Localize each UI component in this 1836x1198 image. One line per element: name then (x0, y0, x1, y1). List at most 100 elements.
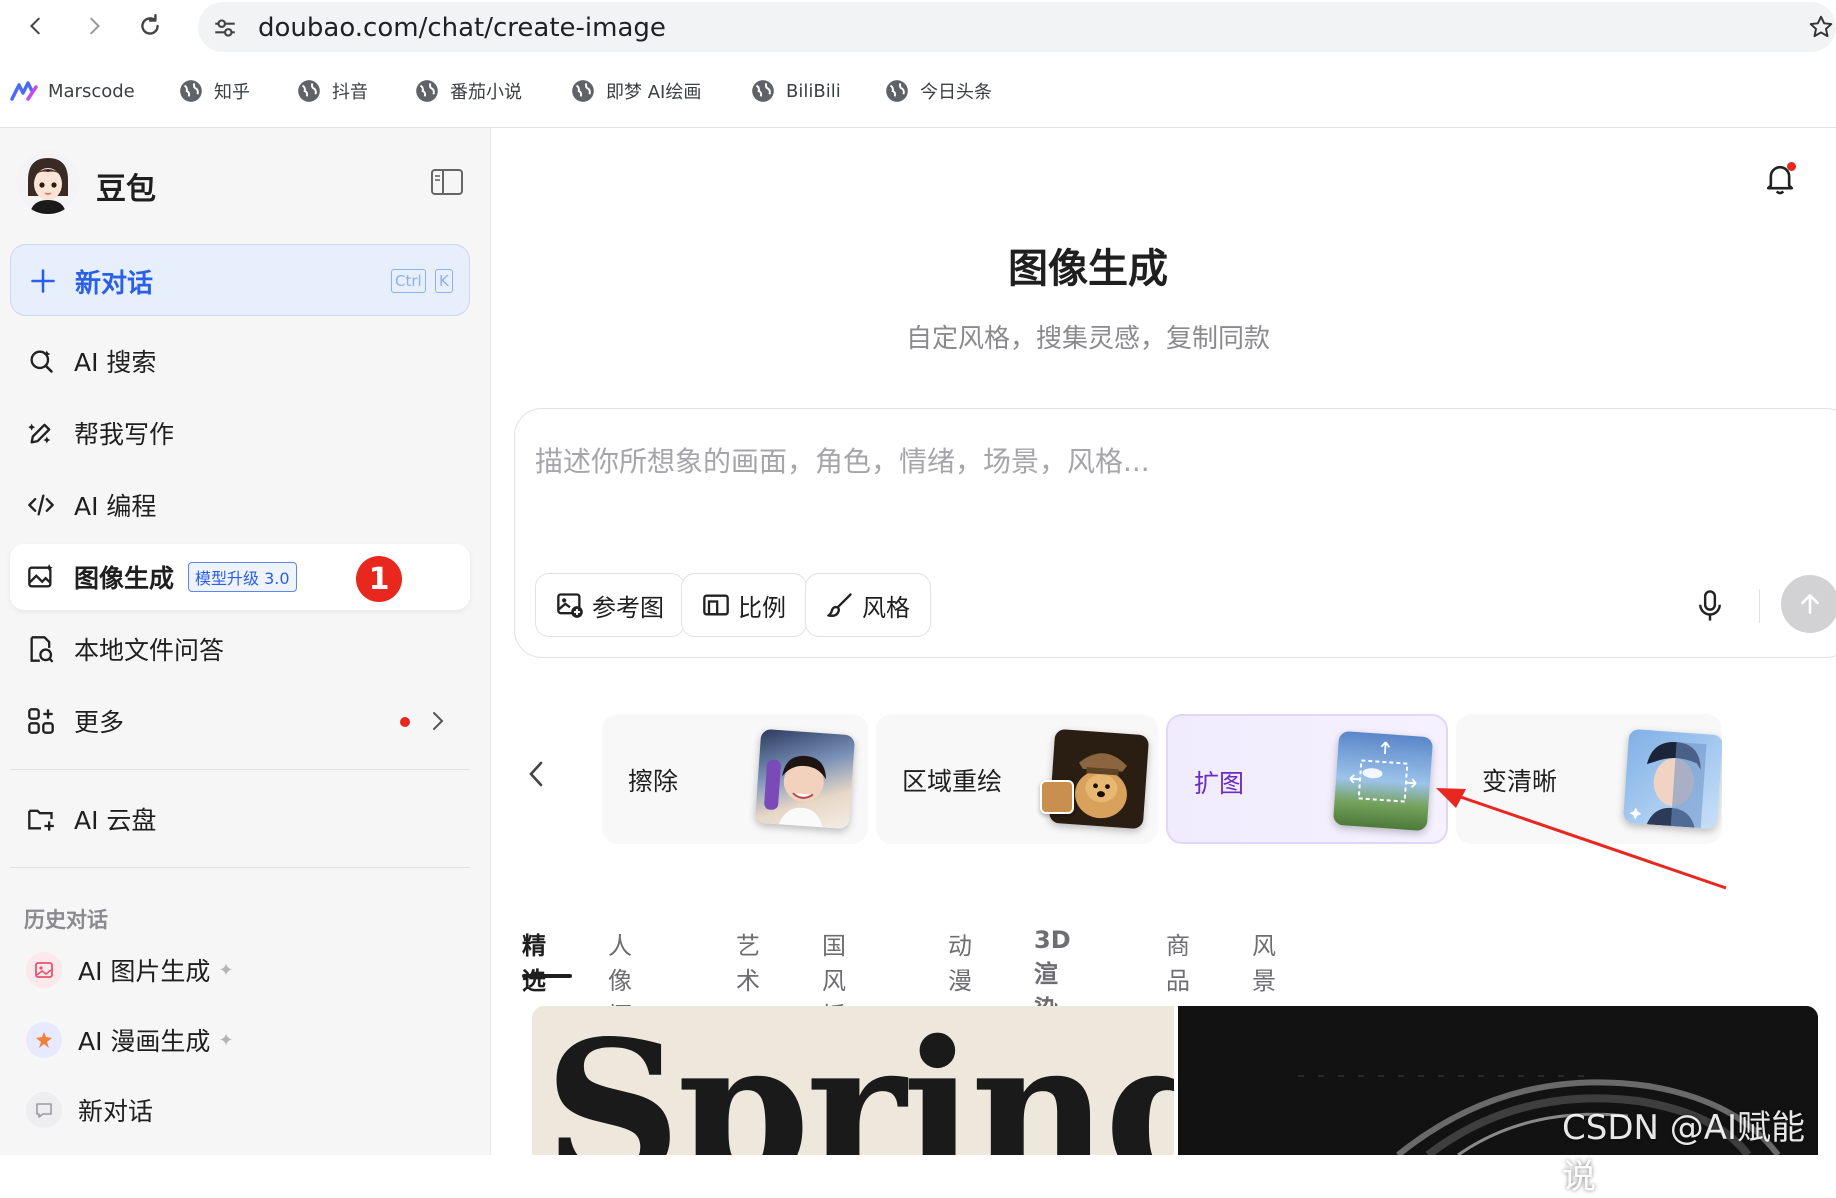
bookmark-label: 抖音 (332, 82, 368, 103)
bookmark-douyin[interactable]: 抖音 (296, 76, 368, 106)
gallery-item[interactable]: Spring (532, 1006, 1174, 1155)
bookmark-label: 番茄小说 (450, 82, 522, 103)
inpaint-small-thumbnail (1040, 780, 1074, 814)
image-chat-icon (26, 952, 62, 988)
enhance-thumbnail (1622, 728, 1722, 830)
toolbar-separator (1759, 589, 1760, 623)
tab-art[interactable]: 艺术 (736, 926, 760, 996)
history-item[interactable]: 新对话 (26, 1088, 153, 1132)
bookmark-label: 即梦 AI绘画 (606, 82, 702, 103)
ratio-button[interactable]: 比例 (681, 573, 807, 637)
tab-anime[interactable]: 动漫 (948, 926, 972, 996)
sidebar-item-label: 帮我写作 (74, 420, 175, 449)
chip-label: 参考图 (592, 593, 664, 622)
style-button[interactable]: 风格 (805, 573, 931, 637)
tool-label: 变清晰 (1482, 767, 1558, 796)
tool-card-enhance[interactable]: 变清晰 (1456, 714, 1722, 844)
history-item[interactable]: AI 漫画生成 ✦ (26, 1018, 234, 1062)
address-bar[interactable]: doubao.com/chat/create-image (198, 2, 1836, 52)
erase-thumbnail (754, 728, 856, 830)
globe-icon (180, 80, 202, 102)
chevron-right-icon (433, 712, 444, 730)
bookmark-star-icon[interactable] (1808, 14, 1834, 40)
sidebar-divider (10, 867, 470, 868)
history-item[interactable]: AI 图片生成 ✦ (26, 948, 234, 992)
arrow-up-icon (1801, 594, 1819, 614)
brush-icon (827, 593, 852, 617)
sidebar-item-coding[interactable]: AI 编程 (10, 472, 470, 538)
bookmark-bilibili[interactable]: BiliBili (750, 76, 841, 106)
globe-icon (416, 80, 438, 102)
new-chat-button[interactable]: 新对话 Ctrl K (10, 244, 470, 316)
grid-plus-icon (26, 706, 56, 736)
send-button[interactable] (1781, 575, 1836, 633)
tool-label: 扩图 (1194, 769, 1245, 798)
sidebar-divider (10, 769, 470, 770)
reference-image-button[interactable]: 参考图 (535, 573, 685, 637)
voice-input-button[interactable] (1695, 589, 1725, 627)
site-settings-icon[interactable] (212, 15, 238, 41)
tool-card-erase[interactable]: 擦除 (602, 714, 868, 844)
history-title: 历史对话 (24, 908, 108, 932)
back-button[interactable] (18, 8, 54, 44)
cloud-folder-icon (26, 804, 56, 834)
comic-chat-icon (26, 1022, 62, 1058)
bookmark-zhihu[interactable]: 知乎 (178, 76, 250, 106)
outpaint-thumbnail (1332, 730, 1434, 832)
shortcut-k: K (435, 269, 453, 293)
sidebar-item-more[interactable]: 更多 (10, 688, 470, 754)
prompt-input[interactable] (535, 431, 1635, 491)
bookmark-fanqie[interactable]: 番茄小说 (414, 76, 522, 106)
chip-label: 风格 (862, 593, 910, 622)
page-subtitle: 自定风格，搜集灵感，复制同款 (905, 324, 1270, 354)
sidebar-item-cloud-drive[interactable]: AI 云盘 (10, 786, 470, 852)
chat-bubble-icon (26, 1092, 62, 1128)
bookmark-toutiao[interactable]: 今日头条 (884, 76, 992, 106)
chip-label: 比例 (738, 593, 786, 622)
browser-toolbar: doubao.com/chat/create-image (0, 0, 1836, 52)
tab-featured[interactable]: 精选 (522, 926, 546, 996)
brand-name: 豆包 (96, 172, 156, 207)
tab-product[interactable]: 商品 (1166, 926, 1190, 996)
bookmarks-bar: Marscode 知乎 抖音 番茄小说 即梦 AI绘画 BiliBili 今日头… (0, 62, 1836, 120)
notification-dot (400, 717, 410, 727)
sidebar-item-file-qa[interactable]: 本地文件问答 (10, 616, 470, 682)
history-label: 新对话 (78, 1097, 154, 1126)
inpaint-thumbnail (1048, 728, 1150, 830)
reload-icon (141, 13, 159, 35)
doubao-avatar-icon (16, 150, 80, 214)
bookmark-jimeng[interactable]: 即梦 AI绘画 (570, 76, 701, 106)
reload-button[interactable] (132, 8, 168, 44)
tool-label: 区域重绘 (902, 767, 1003, 796)
carousel-prev-button[interactable] (526, 758, 546, 794)
sidebar-item-label: 本地文件问答 (74, 636, 225, 665)
new-chat-label: 新对话 (75, 269, 154, 299)
collapse-sidebar-button[interactable] (430, 168, 464, 200)
page-title: 图像生成 (1008, 246, 1168, 292)
globe-icon (886, 80, 908, 102)
sidebar-item-ai-search[interactable]: AI 搜索 (10, 328, 470, 394)
tab-landscape[interactable]: 风景 (1252, 926, 1276, 996)
file-question-icon (26, 634, 56, 664)
tool-card-inpaint[interactable]: 区域重绘 (876, 714, 1158, 844)
history-label: AI 图片生成 (78, 957, 211, 986)
avatar[interactable] (16, 150, 80, 214)
forward-button[interactable] (76, 8, 112, 44)
pin-icon: ✦ (218, 1029, 234, 1051)
tool-card-outpaint[interactable]: 扩图 (1166, 714, 1448, 844)
watermark: CSDN @AI赋能说 (1562, 1108, 1806, 1197)
chevron-left-icon (29, 17, 40, 35)
sidebar-item-label: AI 云盘 (74, 806, 157, 835)
marscode-logo-icon (10, 81, 38, 101)
prompt-box: 参考图 比例 风格 (514, 408, 1836, 658)
shortcut-ctrl: Ctrl (391, 269, 426, 293)
annotation-marker: 1 (356, 556, 402, 602)
history-label: AI 漫画生成 (78, 1027, 211, 1056)
sidebar-item-writing[interactable]: 帮我写作 (10, 400, 470, 466)
bookmark-marscode[interactable]: Marscode (10, 76, 135, 106)
notification-dot (1787, 162, 1796, 171)
notification-button[interactable] (1764, 162, 1796, 200)
sidebar-item-label: 更多 (74, 708, 125, 737)
bookmark-label: BiliBili (786, 80, 841, 102)
upgrade-badge: 模型升级 3.0 (188, 562, 297, 592)
